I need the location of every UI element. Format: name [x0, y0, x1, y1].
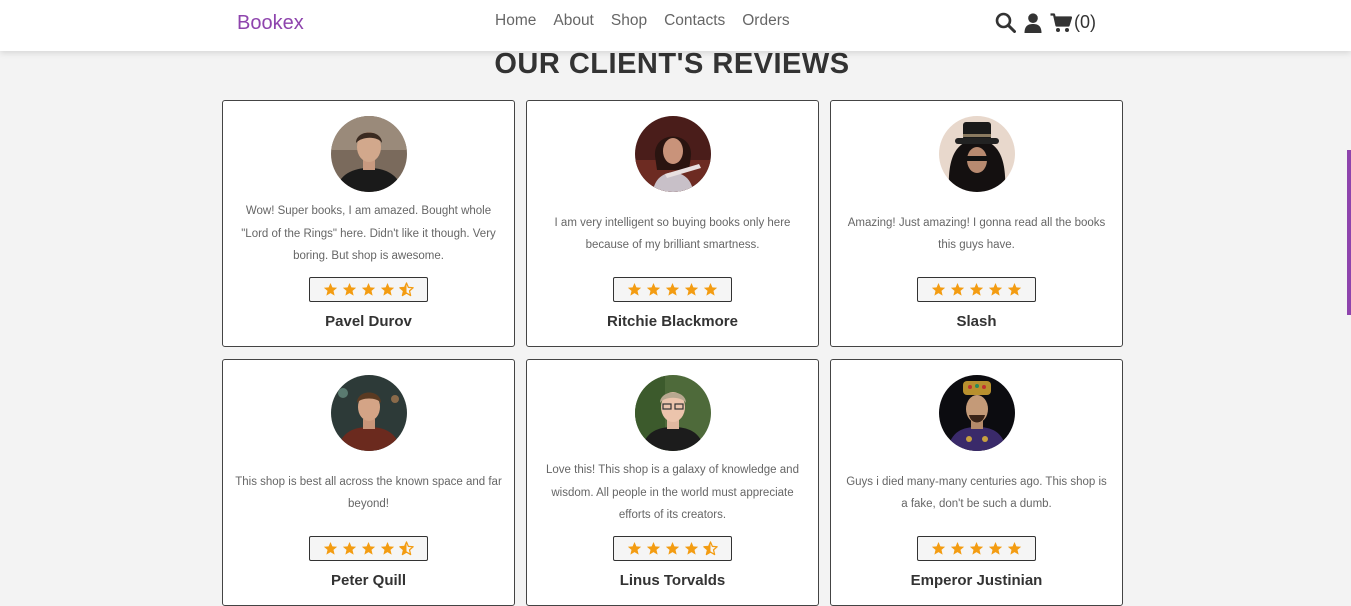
star-full-icon — [988, 282, 1003, 296]
star-full-icon — [323, 541, 338, 555]
nav-about[interactable]: About — [553, 12, 594, 30]
reviewer-name: Ritchie Blackmore — [607, 313, 738, 330]
review-card: Amazing! Just amazing! I gonna read all … — [830, 100, 1123, 347]
star-full-icon — [950, 282, 965, 296]
main-nav: Home About Shop Contacts Orders — [495, 12, 790, 30]
star-full-icon — [342, 282, 357, 296]
reviewer-name: Pavel Durov — [325, 313, 412, 330]
star-full-icon — [342, 541, 357, 555]
review-text: Amazing! Just amazing! I gonna read all … — [847, 216, 1106, 252]
star-full-icon — [665, 541, 680, 555]
avatar — [939, 375, 1015, 451]
review-text: Guys i died many-many centuries ago. Thi… — [846, 475, 1107, 511]
star-full-icon — [361, 541, 376, 555]
star-half-icon — [399, 541, 414, 556]
reviewer-name: Slash — [956, 313, 997, 330]
star-half-icon — [399, 282, 414, 297]
avatar — [331, 116, 407, 192]
star-full-icon — [380, 282, 395, 296]
scrollbar-thumb[interactable] — [1347, 150, 1351, 315]
star-full-icon — [684, 282, 699, 296]
user-icon[interactable] — [1024, 12, 1042, 33]
section-title: OUR CLIENT'S REVIEWS — [494, 48, 850, 80]
avatar — [635, 375, 711, 451]
star-rating — [309, 536, 428, 561]
star-full-icon — [627, 541, 642, 555]
nav-contacts[interactable]: Contacts — [664, 12, 725, 30]
star-rating — [917, 536, 1036, 561]
star-full-icon — [950, 541, 965, 555]
star-rating — [917, 277, 1036, 302]
site-header: Bookex Home About Shop Contacts Orders (… — [0, 0, 1351, 51]
star-half-icon — [703, 541, 718, 556]
review-text: Wow! Super books, I am amazed. Bought wh… — [241, 205, 496, 263]
star-full-icon — [361, 282, 376, 296]
star-rating — [613, 536, 732, 561]
star-full-icon — [646, 282, 661, 296]
star-full-icon — [1007, 282, 1022, 296]
review-card: Love this! This shop is a galaxy of know… — [526, 359, 819, 606]
star-full-icon — [1007, 541, 1022, 555]
star-full-icon — [380, 541, 395, 555]
header-icons: (0) — [995, 12, 1096, 33]
search-icon[interactable] — [995, 12, 1016, 33]
review-text: This shop is best all across the known s… — [235, 475, 502, 511]
star-full-icon — [931, 541, 946, 555]
reviewer-name: Emperor Justinian — [910, 572, 1043, 589]
star-full-icon — [323, 282, 338, 296]
reviewer-name: Linus Torvalds — [619, 572, 726, 589]
logo[interactable]: Bookex — [237, 12, 304, 35]
star-full-icon — [969, 282, 984, 296]
star-full-icon — [684, 541, 699, 555]
nav-orders[interactable]: Orders — [742, 12, 789, 30]
review-card: I am very intelligent so buying books on… — [526, 100, 819, 347]
cart-icon[interactable] — [1050, 12, 1073, 33]
star-rating — [613, 277, 732, 302]
nav-shop[interactable]: Shop — [611, 12, 647, 30]
review-card: This shop is best all across the known s… — [222, 359, 515, 606]
star-full-icon — [931, 282, 946, 296]
nav-home[interactable]: Home — [495, 12, 536, 30]
review-card: Wow! Super books, I am amazed. Bought wh… — [222, 100, 515, 347]
review-card: Guys i died many-many centuries ago. Thi… — [830, 359, 1123, 606]
star-full-icon — [646, 541, 661, 555]
review-text: I am very intelligent so buying books on… — [554, 216, 791, 252]
review-text: Love this! This shop is a galaxy of know… — [546, 464, 799, 522]
avatar — [635, 116, 711, 192]
cart-count[interactable]: (0) — [1074, 12, 1096, 33]
star-full-icon — [627, 282, 642, 296]
star-full-icon — [969, 541, 984, 555]
avatar — [331, 375, 407, 451]
star-rating — [309, 277, 428, 302]
star-full-icon — [988, 541, 1003, 555]
star-full-icon — [703, 282, 718, 296]
reviewer-name: Peter Quill — [330, 572, 407, 589]
avatar — [939, 116, 1015, 192]
star-full-icon — [665, 282, 680, 296]
